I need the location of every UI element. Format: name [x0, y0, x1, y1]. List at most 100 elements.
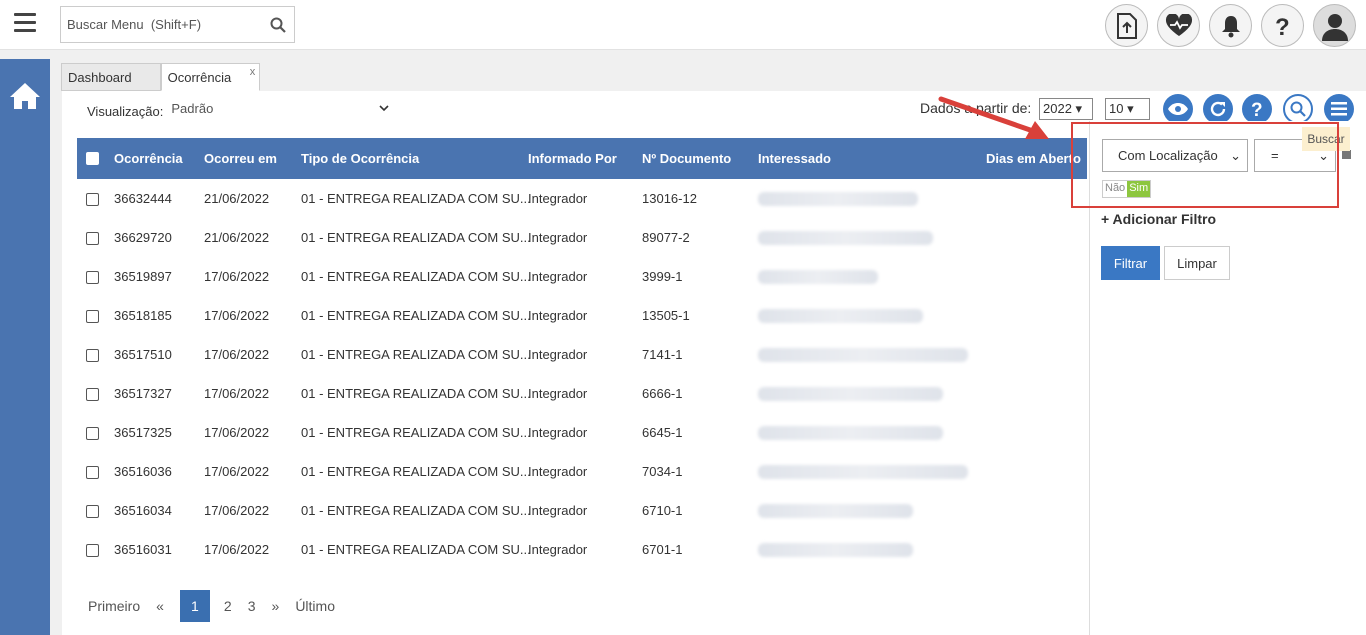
- cell-tipo: 01 - ENTREGA REALIZADA COM SU...: [301, 347, 531, 362]
- select-all-checkbox[interactable]: [86, 152, 99, 165]
- table-row[interactable]: 36516034 17/06/2022 01 - ENTREGA REALIZADA…: [77, 491, 1087, 530]
- cell-interessado-redacted: [758, 465, 968, 479]
- cell-id: 36629720: [114, 230, 172, 245]
- hamburger-menu-icon[interactable]: [14, 13, 36, 33]
- remove-filter-icon[interactable]: [1342, 150, 1351, 159]
- clear-button[interactable]: Limpar: [1164, 246, 1230, 280]
- next-page-link[interactable]: »: [272, 598, 280, 614]
- table-row[interactable]: 36518185 17/06/2022 01 - ENTREGA REALIZADA…: [77, 296, 1087, 335]
- cell-informado: Integrador: [528, 542, 588, 557]
- row-checkbox[interactable]: [86, 505, 99, 518]
- cell-date: 17/06/2022: [204, 425, 270, 440]
- row-checkbox[interactable]: [86, 544, 99, 557]
- page-size-value: 10: [1109, 101, 1124, 116]
- row-checkbox[interactable]: [86, 388, 99, 401]
- help-tool-button[interactable]: ?: [1242, 94, 1272, 124]
- column-header[interactable]: Informado Por: [528, 151, 617, 166]
- upload-file-button[interactable]: [1105, 4, 1148, 47]
- menu-lines-icon: [1331, 102, 1347, 116]
- row-checkbox[interactable]: [86, 232, 99, 245]
- cell-interessado-redacted: [758, 504, 913, 518]
- user-avatar-button[interactable]: [1313, 4, 1356, 47]
- cell-informado: Integrador: [528, 191, 588, 206]
- cell-id: 36516031: [114, 542, 172, 557]
- cell-interessado-redacted: [758, 387, 943, 401]
- cell-date: 17/06/2022: [204, 386, 270, 401]
- cell-interessado-redacted: [758, 309, 923, 323]
- visualization-label: Visualização:: [87, 103, 164, 119]
- cell-date: 17/06/2022: [204, 542, 270, 557]
- cell-interessado-redacted: [758, 543, 913, 557]
- table-row[interactable]: 36632444 21/06/2022 01 - ENTREGA REALIZADA…: [77, 179, 1087, 218]
- row-checkbox[interactable]: [86, 271, 99, 284]
- cell-interessado-redacted: [758, 348, 968, 362]
- row-checkbox[interactable]: [86, 310, 99, 323]
- cell-date: 21/06/2022: [204, 191, 270, 206]
- svg-text:?: ?: [1251, 100, 1263, 119]
- health-button[interactable]: [1157, 4, 1200, 47]
- page-2-link[interactable]: 2: [224, 598, 232, 614]
- add-filter-link[interactable]: + Adicionar Filtro: [1101, 211, 1216, 227]
- column-header[interactable]: Ocorreu em: [204, 151, 277, 166]
- question-icon: ?: [1251, 100, 1263, 119]
- page-size-select[interactable]: 10 ▾: [1105, 98, 1150, 120]
- table-row[interactable]: 36517325 17/06/2022 01 - ENTREGA REALIZADA…: [77, 413, 1087, 452]
- table-row[interactable]: 36519897 17/06/2022 01 - ENTREGA REALIZADA…: [77, 257, 1087, 296]
- view-button[interactable]: [1163, 94, 1193, 124]
- help-button[interactable]: ?: [1261, 4, 1304, 47]
- first-page-link[interactable]: Primeiro: [88, 598, 140, 614]
- column-header[interactable]: Dias em Aberto: [986, 151, 1081, 166]
- cell-doc: 7141-1: [642, 347, 683, 362]
- table-row[interactable]: 36517327 17/06/2022 01 - ENTREGA REALIZADA…: [77, 374, 1087, 413]
- tab-close-icon[interactable]: x: [250, 58, 256, 86]
- column-header[interactable]: Tipo de Ocorrência: [301, 151, 419, 166]
- notifications-button[interactable]: [1209, 4, 1252, 47]
- menu-tool-button[interactable]: [1324, 94, 1354, 124]
- search-icon: [1290, 101, 1306, 117]
- page-1-link[interactable]: 1: [179, 590, 210, 622]
- column-header[interactable]: Nº Documento: [642, 151, 731, 166]
- table-row[interactable]: 36516031 17/06/2022 01 - ENTREGA REALIZADA…: [77, 530, 1087, 569]
- tab-ocorrencia-label: Ocorrência: [167, 70, 232, 85]
- arrow-annotation-icon: [938, 96, 1049, 139]
- column-header[interactable]: Ocorrência: [114, 151, 183, 166]
- cell-id: 36516036: [114, 464, 172, 479]
- last-page-link[interactable]: Último: [295, 598, 335, 614]
- table-row[interactable]: 36516036 17/06/2022 01 - ENTREGA REALIZADA…: [77, 452, 1087, 491]
- tab-ocorrencia[interactable]: Ocorrência x: [160, 63, 261, 91]
- search-icon[interactable]: [270, 17, 286, 33]
- cell-id: 36518185: [114, 308, 172, 323]
- row-checkbox[interactable]: [86, 193, 99, 206]
- refresh-button[interactable]: [1203, 94, 1233, 124]
- row-checkbox[interactable]: [86, 427, 99, 440]
- row-checkbox[interactable]: [86, 349, 99, 362]
- cell-informado: Integrador: [528, 464, 588, 479]
- visualization-select[interactable]: Padrão: [171, 101, 389, 121]
- table-row[interactable]: 36629720 21/06/2022 01 - ENTREGA REALIZADA…: [77, 218, 1087, 257]
- cell-informado: Integrador: [528, 503, 588, 518]
- tab-dashboard[interactable]: Dashboard: [61, 63, 161, 91]
- cell-id: 36517325: [114, 425, 172, 440]
- cell-id: 36517327: [114, 386, 172, 401]
- question-icon: ?: [1275, 14, 1290, 38]
- menu-search-box[interactable]: [60, 6, 295, 43]
- cell-doc: 6710-1: [642, 503, 683, 518]
- table-body: 36632444 21/06/2022 01 - ENTREGA REALIZADA…: [77, 179, 1087, 569]
- search-tool-button[interactable]: [1283, 94, 1313, 124]
- cell-date: 17/06/2022: [204, 269, 270, 284]
- menu-search-input[interactable]: [61, 7, 261, 42]
- cell-tipo: 01 - ENTREGA REALIZADA COM SU...: [301, 269, 531, 284]
- cell-informado: Integrador: [528, 425, 588, 440]
- row-checkbox[interactable]: [86, 466, 99, 479]
- prev-page-link[interactable]: «: [156, 598, 164, 614]
- cell-doc: 13505-1: [642, 308, 690, 323]
- column-header[interactable]: Interessado: [758, 151, 831, 166]
- page-3-link[interactable]: 3: [248, 598, 256, 614]
- home-icon[interactable]: [9, 81, 41, 111]
- cell-interessado-redacted: [758, 270, 878, 284]
- table-row[interactable]: 36517510 17/06/2022 01 - ENTREGA REALIZADA…: [77, 335, 1087, 374]
- cell-informado: Integrador: [528, 386, 588, 401]
- filter-button[interactable]: Filtrar: [1101, 246, 1160, 280]
- cell-tipo: 01 - ENTREGA REALIZADA COM SU...: [301, 191, 531, 206]
- cell-tipo: 01 - ENTREGA REALIZADA COM SU...: [301, 308, 531, 323]
